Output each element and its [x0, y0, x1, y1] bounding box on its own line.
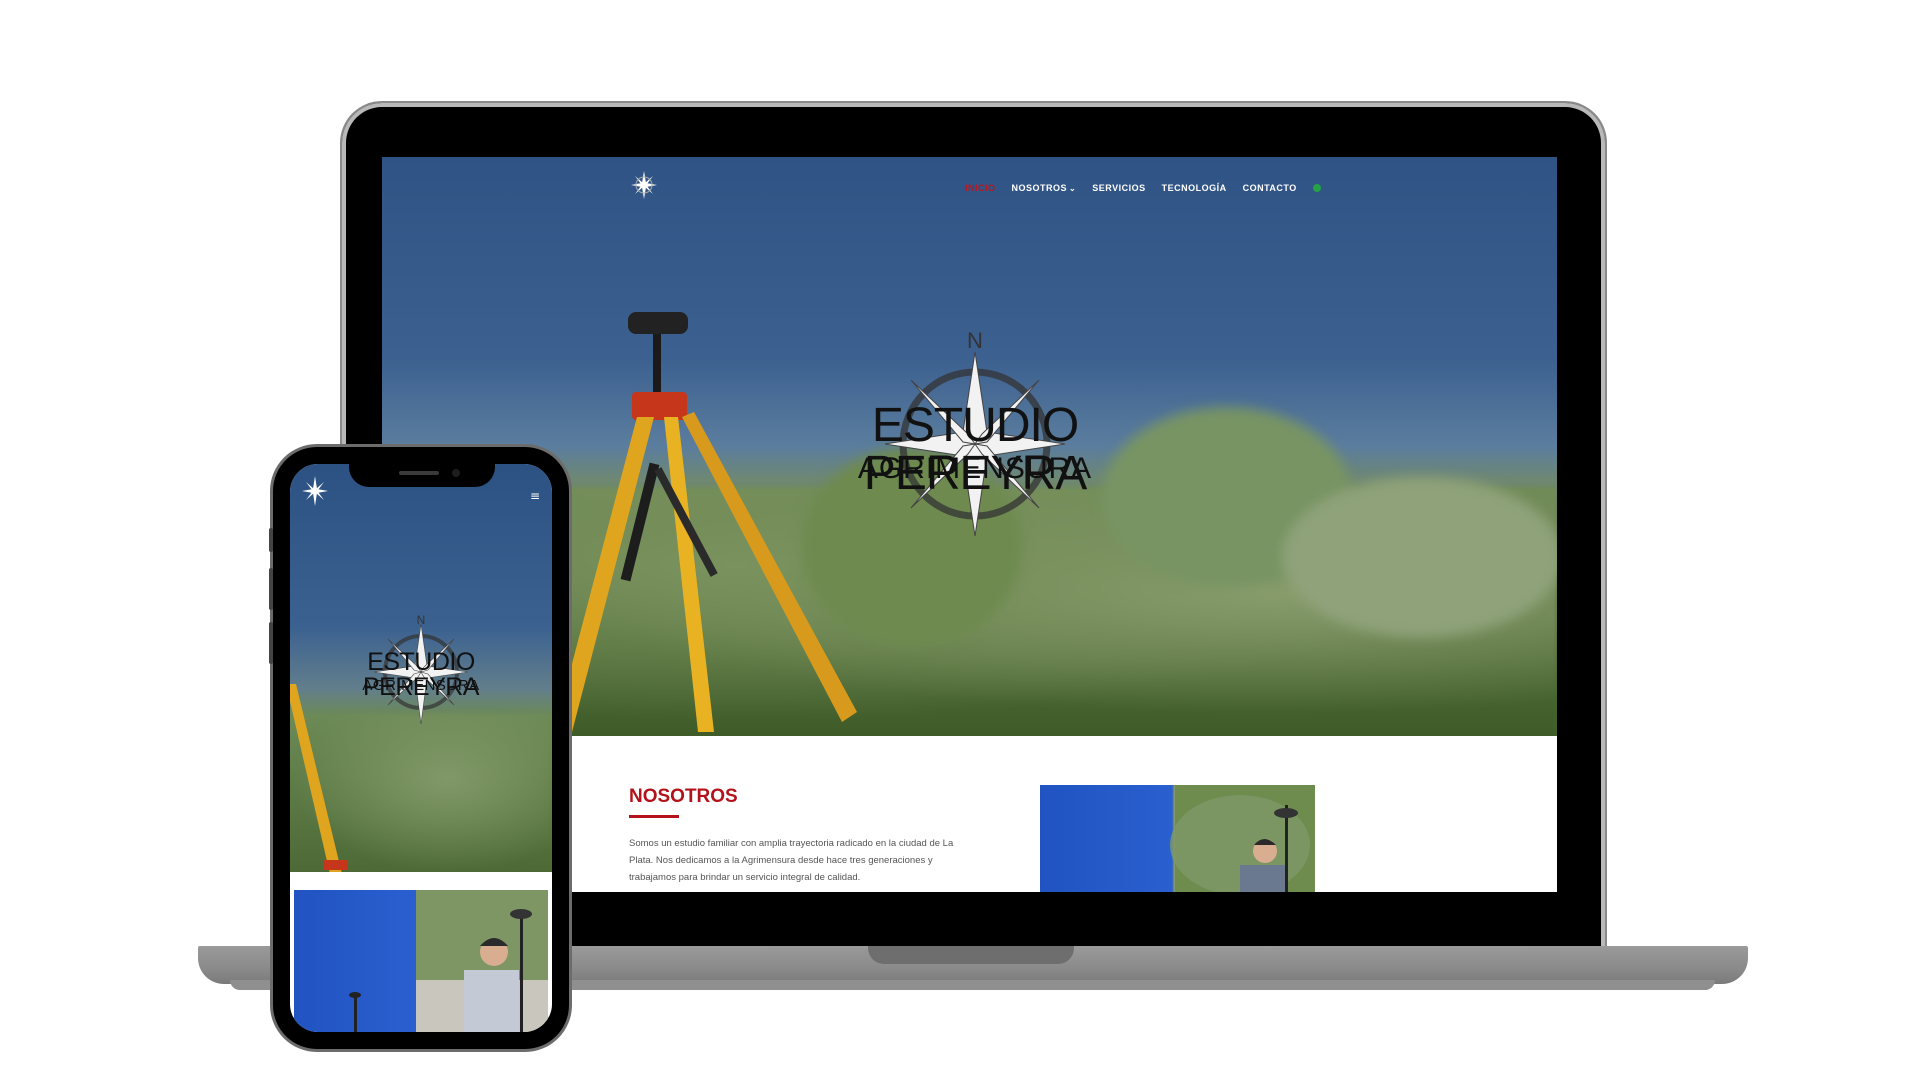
nav-item-nosotros-label: NOSOTROS — [1011, 183, 1068, 193]
whatsapp-icon[interactable] — [1312, 184, 1321, 192]
nav-item-nosotros[interactable]: NOSOTROS ⌄ — [1012, 183, 1077, 193]
phone-side-button — [269, 622, 273, 664]
compass-rose-icon[interactable] — [629, 169, 659, 201]
site-navbar: INICIO NOSOTROS ⌄ SERVICIOS TECNOLOGÍA CO… — [382, 157, 1557, 217]
nav-item-inicio[interactable]: INICIO — [965, 183, 996, 193]
phone-notch — [349, 463, 495, 487]
mobile-hero-subtitle: AGRIMENSURA — [362, 677, 480, 694]
nav-item-contacto[interactable]: CONTACTO — [1243, 183, 1297, 193]
compass-north-letter: N — [417, 614, 426, 627]
hamburger-menu-icon[interactable]: ≡ — [530, 490, 540, 502]
nosotros-heading: NOSOTROS — [629, 786, 738, 807]
hero-logo: N ESTUDIO PEREYRA AGRIMENSURA — [765, 332, 1185, 562]
nav-item-tecnologia[interactable]: TECNOLOGÍA — [1162, 183, 1227, 193]
hero-subtitle: AGRIMENSURA — [857, 452, 1093, 485]
surveyor-figure — [1170, 785, 1315, 892]
surveyor-figure — [349, 890, 548, 1032]
compass-rose-icon[interactable] — [300, 474, 330, 508]
chevron-down-icon: ⌄ — [1069, 184, 1077, 193]
compass-north-letter: N — [967, 332, 983, 353]
grass-tuft — [1282, 477, 1557, 637]
mobile-hero-logo: N ESTUDIO PEREYRA AGRIMENSURA — [308, 614, 534, 734]
mobile-website: ≡ N ESTUDIO PEREYRA AGRIMENSURA — [290, 464, 552, 1032]
laptop-trackpad-notch — [868, 946, 1074, 964]
phone-side-button — [269, 568, 273, 610]
nav-item-servicios[interactable]: SERVICIOS — [1092, 183, 1145, 193]
phone-side-button — [269, 528, 273, 552]
heading-underline — [629, 815, 679, 818]
mobile-surveyor-photo — [294, 890, 548, 1032]
phone-speaker — [399, 471, 439, 475]
phone-camera — [452, 469, 460, 477]
main-menu: INICIO NOSOTROS ⌄ SERVICIOS TECNOLOGÍA CO… — [965, 183, 1321, 193]
surveyor-photo — [1040, 785, 1315, 892]
mobile-hero-section: ≡ N ESTUDIO PEREYRA AGRIMENSURA — [290, 464, 552, 872]
nosotros-text: Somos un estudio familiar con amplia tra… — [629, 838, 954, 883]
